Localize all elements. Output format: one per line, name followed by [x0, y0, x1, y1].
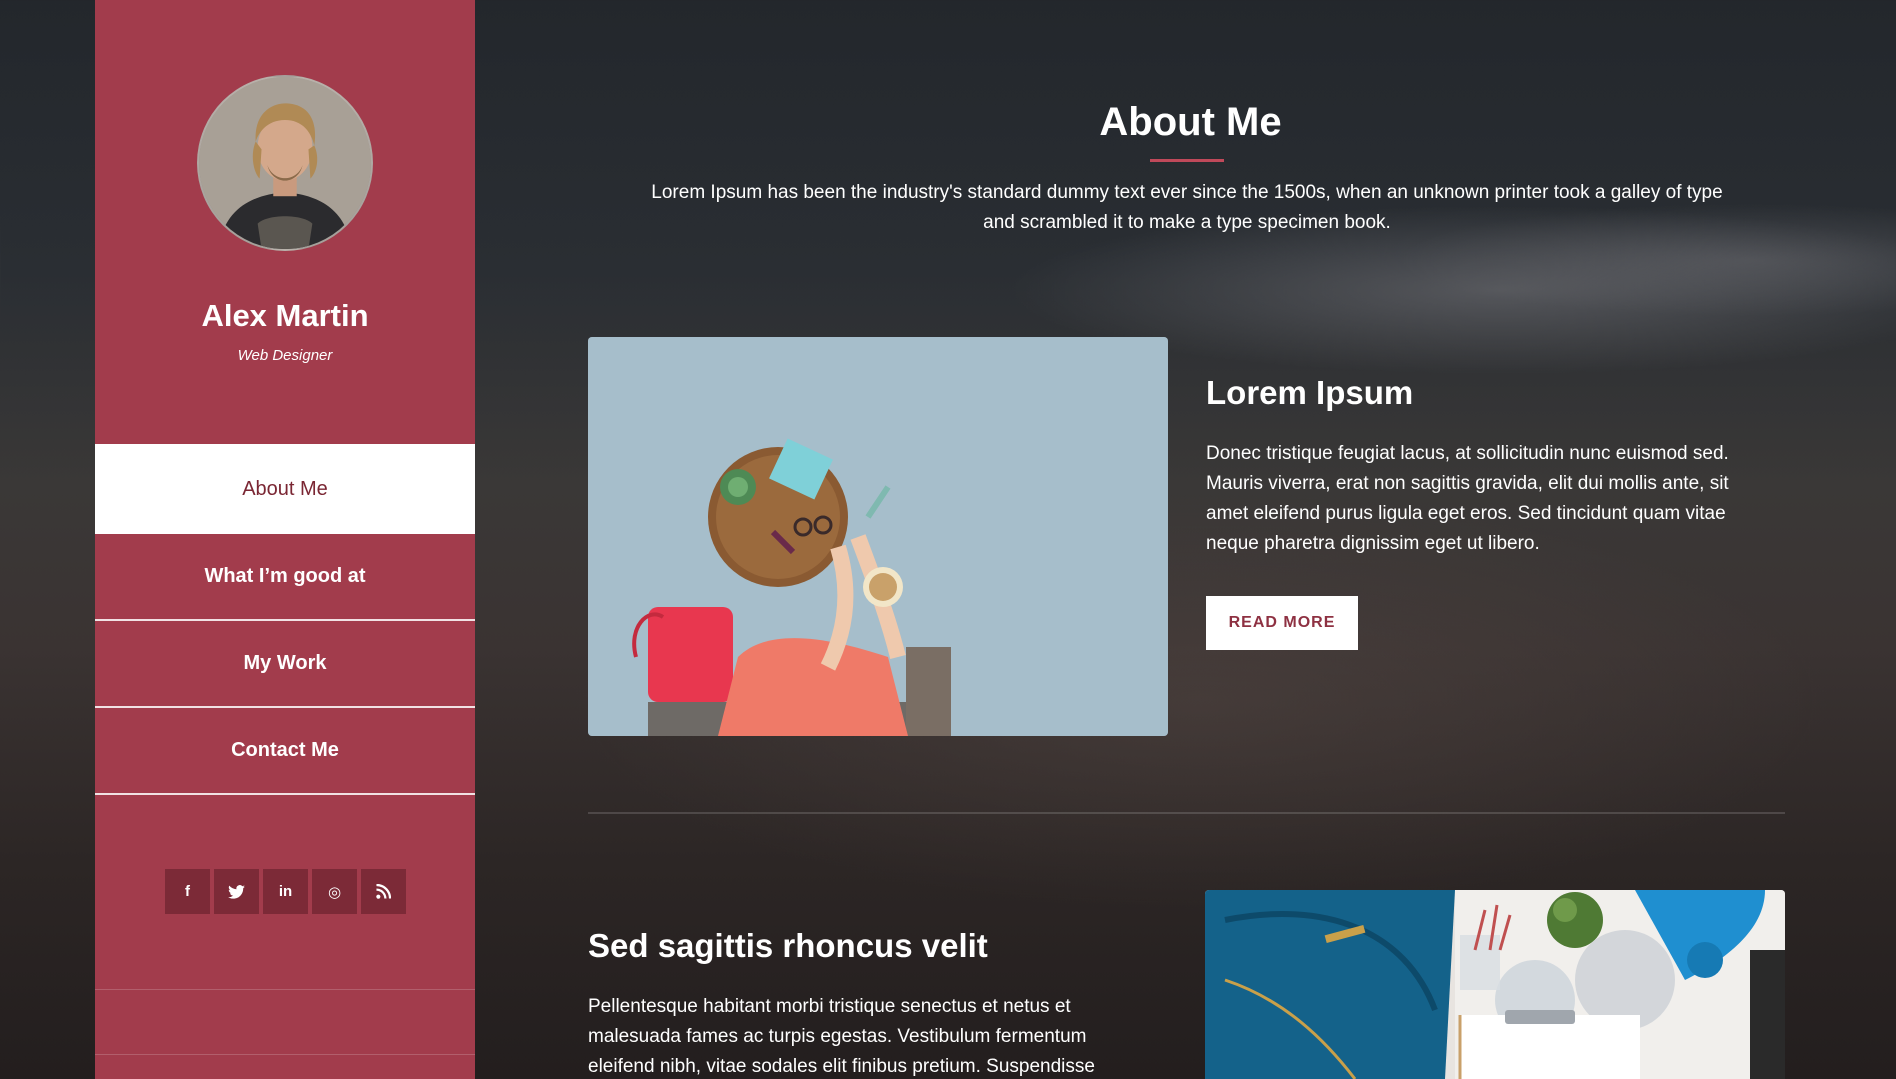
profile-role: Web Designer — [237, 347, 333, 364]
avatar-image — [199, 77, 371, 249]
nav-item-about-me[interactable]: About Me — [95, 444, 475, 534]
section-title: About Me — [1099, 100, 1282, 144]
section-intro: Lorem Ipsum has been the industry's stan… — [651, 182, 1723, 233]
nav-item-contact-me[interactable]: Contact Me — [95, 708, 475, 795]
sidebar-divider — [95, 989, 475, 990]
section-divider — [588, 812, 1785, 814]
facebook-icon[interactable]: f — [165, 869, 210, 914]
dribbble-icon[interactable]: ◎ — [312, 869, 357, 914]
rss-feed-icon — [376, 884, 391, 899]
nav-item-my-work[interactable]: My Work — [95, 621, 475, 708]
avatar — [197, 75, 373, 251]
nav-item-what-im-good-at[interactable]: What I’m good at — [95, 534, 475, 621]
sidebar-nav: About Me What I’m good at My Work Contac… — [95, 444, 475, 795]
card-image-lorem-ipsum — [588, 337, 1168, 736]
social-links: f in ◎ — [165, 869, 406, 914]
card-title-sed-sagittis: Sed sagittis rhoncus velit — [588, 927, 988, 964]
main-content: About Me Lorem Ipsum has been the indust… — [475, 0, 1896, 1079]
photo-desk-backpack — [1205, 890, 1785, 1079]
linkedin-icon[interactable]: in — [263, 869, 308, 914]
twitter-icon[interactable] — [214, 869, 259, 914]
photo-woman-coffee-table — [588, 337, 1168, 736]
profile-name: Alex Martin — [201, 298, 369, 333]
title-underline — [1150, 159, 1224, 162]
twitter-bird-icon — [228, 884, 245, 899]
sidebar-divider — [95, 1054, 475, 1055]
sidebar: Alex Martin Web Designer About Me What I… — [95, 0, 475, 1079]
card-text-sed-sagittis: Pellentesque habitant morbi tristique se… — [588, 996, 1095, 1077]
card-image-sed-sagittis — [1205, 890, 1785, 1079]
read-more-button[interactable]: READ MORE — [1206, 596, 1358, 650]
card-text-lorem-ipsum: Donec tristique feugiat lacus, at sollic… — [1206, 443, 1729, 554]
card-title-lorem-ipsum: Lorem Ipsum — [1206, 374, 1414, 411]
rss-icon[interactable] — [361, 869, 406, 914]
